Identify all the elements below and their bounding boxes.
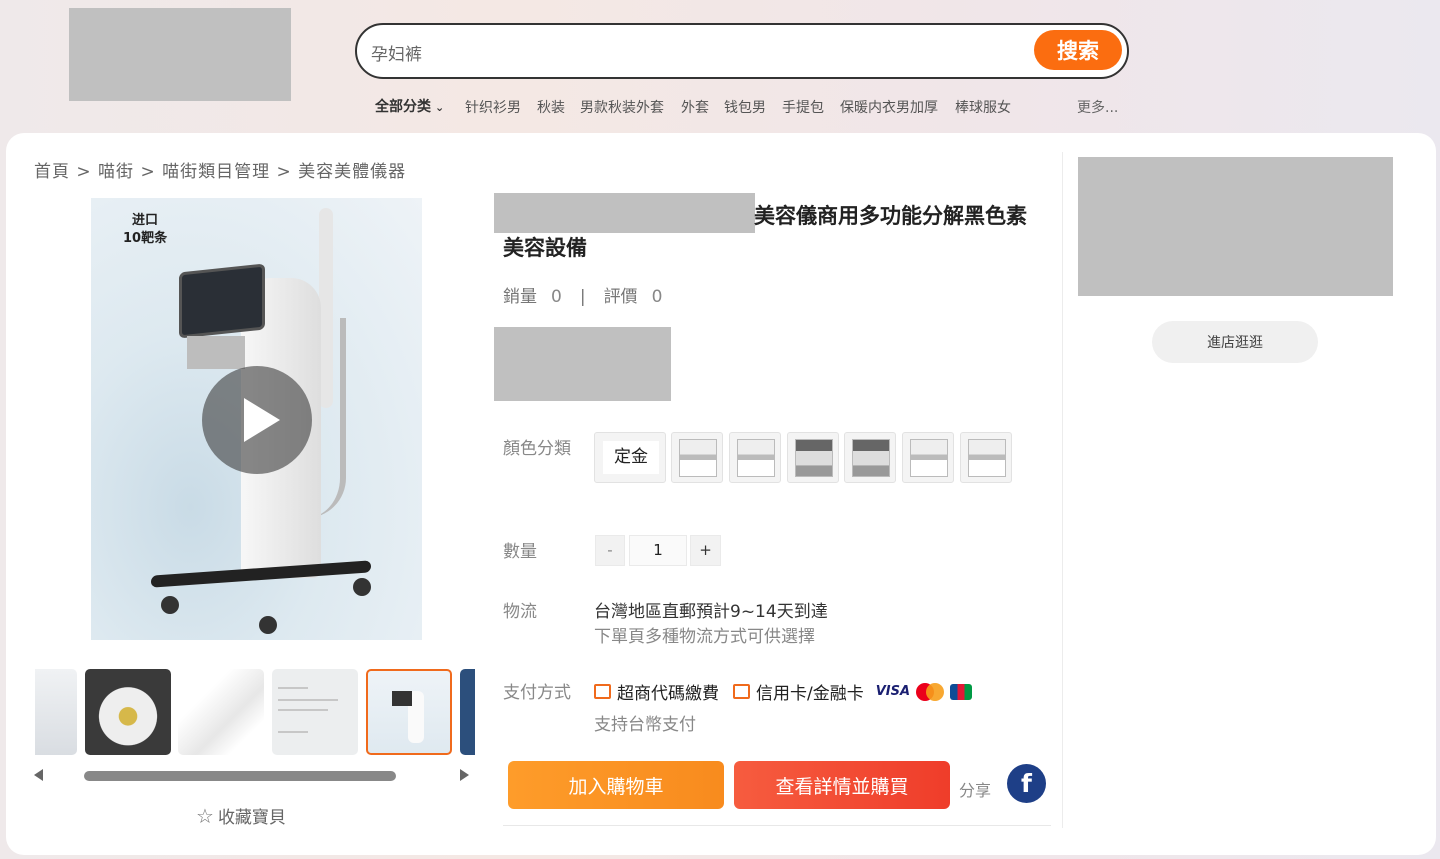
breadcrumb[interactable]: 首頁 > 喵街 > 喵街類目管理 > 美容美體儀器 [34,157,406,182]
main-product-video[interactable]: 进口 10靶条 [91,198,422,640]
image-badge: 进口 10靶条 [123,212,167,248]
reviews-label: 評價 [603,287,638,307]
facebook-share-icon[interactable]: f [1007,764,1046,803]
hot-keyword-link[interactable]: 男款秋装外套 [580,97,664,117]
wheel [353,578,371,596]
color-swatch[interactable] [902,432,954,483]
search-button[interactable]: 搜索 [1034,30,1122,70]
store-banner-placeholder[interactable] [1078,157,1393,296]
thumbnail-scrollbar[interactable] [84,771,396,781]
color-swatch[interactable] [960,432,1012,483]
thumbnail-strip [35,668,475,758]
logistics-note: 下單頁多種物流方式可供選擇 [594,627,815,647]
product-stats: 銷量 0 | 評價 0 [503,282,662,307]
image-redaction [187,336,245,369]
logo-placeholder[interactable] [69,8,291,101]
thumb-machine-screen [392,691,412,706]
quantity-decrease-button[interactable]: - [595,535,625,566]
color-option-deposit[interactable]: 定金 [594,432,666,483]
favorite-label: 收藏寶貝 [217,808,286,828]
mastercard-icon [916,682,945,701]
thumbnail[interactable] [272,669,358,755]
star-icon: ☆ [196,804,214,828]
visit-store-button[interactable]: 進店逛逛 [1152,321,1318,363]
color-label: 顏色分類 [503,439,571,459]
visa-logo: VISA [875,684,911,699]
swatch-image [679,439,717,477]
quantity-input[interactable]: 1 [629,535,687,566]
search-input[interactable] [371,39,1021,65]
thumbnail[interactable] [35,669,77,755]
product-title-line-2: 美容設備 [503,235,587,260]
payment-label: 支付方式 [503,683,571,703]
favorite-button[interactable]: ☆ 收藏寶貝 [196,803,286,828]
divider [503,825,1051,826]
hot-keyword-link[interactable]: 棒球服女 [955,97,1011,117]
jcb-icon [950,683,973,700]
hot-keyword-link[interactable]: 手提包 [782,97,824,117]
sales-value: 0 [551,287,562,307]
hot-keyword-link[interactable]: 外套 [681,97,709,117]
hot-keyword-link[interactable]: 秋装 [537,97,565,117]
swatch-image [795,439,833,477]
quantity-label: 數量 [503,542,537,562]
hot-keyword-link[interactable]: 针织衫男 [465,97,521,117]
payment-methods: 超商代碼繳費 信用卡/金融卡 VISA [594,679,973,704]
thumbnail[interactable] [178,669,264,755]
quantity-increase-button[interactable]: + [690,535,721,566]
credit-card-icon [733,684,750,699]
price-redaction [494,327,671,401]
share-label: 分享 [959,781,992,800]
all-categories-dropdown[interactable]: 全部分类 ⌄ [375,96,444,116]
thumbnail[interactable] [85,669,171,755]
logistics-label: 物流 [503,602,537,622]
thumb-line [278,699,338,701]
scroll-right-arrow-icon[interactable] [460,769,469,781]
thumbnail-selected[interactable] [366,669,452,755]
scroll-left-arrow-icon[interactable] [34,769,43,781]
hot-keyword-link[interactable]: 保暖内衣男加厚 [840,97,938,117]
wheel [259,616,277,634]
logistics-estimate: 台灣地區直郵預計9~14天到達 [594,602,828,622]
thumb-line [278,687,308,689]
color-option-text: 定金 [603,441,659,474]
payment-option-store-code: 超商代碼繳費 [617,684,719,704]
badge-line-2: 10靶条 [123,231,168,246]
chevron-down-icon: ⌄ [435,101,445,114]
swatch-image [737,439,775,477]
thumb-line [278,731,308,733]
reviews-value: 0 [651,287,663,307]
payment-option-card: 信用卡/金融卡 [756,684,864,704]
swatch-image [910,439,948,477]
hot-keyword-link[interactable]: 钱包男 [724,97,766,117]
color-swatch[interactable] [671,432,723,483]
color-swatch[interactable] [787,432,839,483]
play-icon[interactable] [202,366,312,474]
title-redaction [494,193,755,233]
swatch-image [968,439,1006,477]
add-to-cart-button[interactable]: 加入購物車 [508,761,724,809]
thumb-line [278,709,328,711]
badge-line-1: 进口 [132,213,159,228]
swatch-image [852,439,890,477]
wheel [161,596,179,614]
more-link[interactable]: 更多... [1077,97,1118,117]
color-swatch[interactable] [729,432,781,483]
all-categories-label: 全部分类 [375,99,431,115]
view-and-buy-button[interactable]: 查看詳情並購買 [734,761,950,809]
store-code-icon [594,684,611,699]
color-swatch[interactable] [844,432,896,483]
stats-divider: | [579,287,586,307]
sales-label: 銷量 [503,287,537,307]
payment-note: 支持台幣支付 [594,715,696,735]
machine-screen [179,263,265,339]
product-title-line-1: 美容儀商用多功能分解黑色素 [754,203,1027,228]
search-bar: 搜索 [355,23,1129,79]
thumbnail[interactable] [460,669,475,755]
vertical-divider [1062,152,1063,828]
